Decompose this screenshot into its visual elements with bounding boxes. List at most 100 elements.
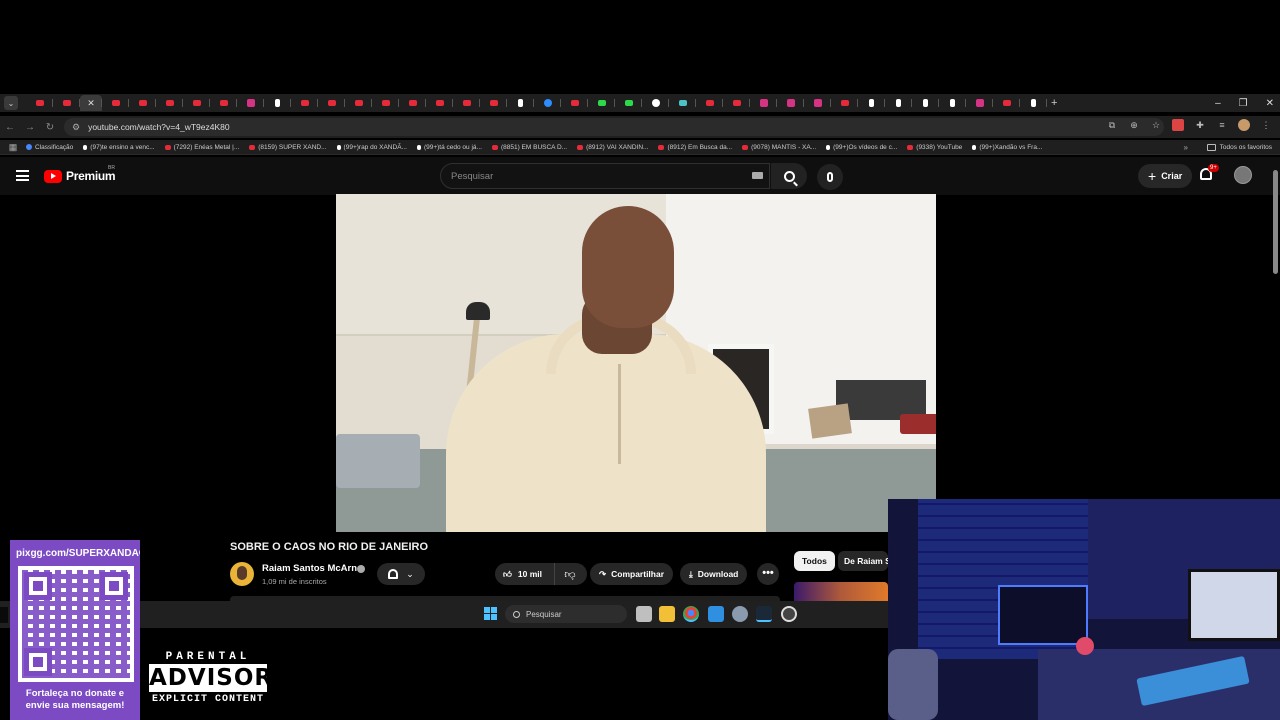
active-browser-tab[interactable]: ✕ <box>80 95 102 111</box>
chrome-icon[interactable] <box>683 606 699 622</box>
chip-from-channel[interactable]: De Raiam S <box>838 551 888 571</box>
bookmark-star-icon[interactable]: ☆ <box>1150 119 1162 131</box>
channel-avatar[interactable] <box>230 562 254 586</box>
like-button[interactable]: 👍︎ 10 mil <box>495 563 555 585</box>
browser-tab[interactable] <box>183 95 210 111</box>
browser-tab[interactable] <box>831 95 858 111</box>
youtube-premium-logo[interactable]: Premium BR <box>44 165 116 183</box>
new-tab-button[interactable]: + <box>1051 97 1057 109</box>
tab-search-button[interactable]: ⌄ <box>4 96 18 110</box>
browser-tab[interactable] <box>291 95 318 111</box>
install-app-icon[interactable]: ⧉ <box>1106 119 1118 131</box>
search-input[interactable] <box>440 163 770 189</box>
taskbar-search[interactable]: Pesquisar <box>505 605 627 623</box>
all-bookmarks-folder[interactable]: Todos os favoritos <box>1206 143 1272 151</box>
browser-tab[interactable] <box>372 95 399 111</box>
close-tab-icon[interactable]: ✕ <box>87 98 95 109</box>
browser-tab[interactable] <box>642 95 669 111</box>
browser-tab[interactable] <box>129 95 156 111</box>
browser-tab[interactable] <box>534 95 561 111</box>
bookmark-item[interactable]: Classificação <box>26 144 73 151</box>
browser-tab[interactable] <box>399 95 426 111</box>
channel-name[interactable]: Raiam Santos McArn <box>262 563 357 574</box>
bookmark-item[interactable]: (9078) MANTIS - XA... <box>742 144 816 151</box>
file-explorer-icon[interactable] <box>659 606 675 622</box>
notifications-button[interactable]: 9+ <box>1200 164 1219 180</box>
extension-icon[interactable] <box>1172 119 1184 131</box>
browser-tab[interactable] <box>345 95 372 111</box>
bookmark-item[interactable]: (99+)rap do XANDÃ... <box>336 144 407 151</box>
subscribed-button[interactable]: ⌄ <box>377 563 425 585</box>
browser-tab[interactable] <box>561 95 588 111</box>
url-text[interactable]: youtube.com/watch?v=4_wT9ez4K80 <box>88 122 230 132</box>
browser-tab[interactable] <box>912 95 939 111</box>
menu-kebab-icon[interactable]: ⋮ <box>1260 119 1272 131</box>
browser-tab[interactable] <box>507 95 534 111</box>
extensions-puzzle-icon[interactable]: ✚ <box>1194 119 1206 131</box>
bookmark-item[interactable]: (97)te ensino a venc... <box>83 144 155 151</box>
bookmark-item[interactable]: (8159) SUPER XAND... <box>249 144 327 151</box>
browser-tab[interactable] <box>156 95 183 111</box>
browser-tab[interactable] <box>53 95 80 111</box>
browser-tab[interactable] <box>966 95 993 111</box>
bookmark-item[interactable]: (8912) Em Busca da... <box>658 144 732 151</box>
browser-tab[interactable] <box>804 95 831 111</box>
minimize-button[interactable]: – <box>1215 98 1221 109</box>
browser-tab[interactable] <box>696 95 723 111</box>
bookmark-item[interactable]: (7292) Enéas Metal |... <box>164 144 239 151</box>
bookmark-item[interactable]: (9338) YouTube <box>907 144 962 151</box>
browser-tab[interactable] <box>993 95 1020 111</box>
steam-icon[interactable] <box>756 606 772 622</box>
browser-tab[interactable] <box>750 95 777 111</box>
browser-tab[interactable] <box>318 95 345 111</box>
browser-tab[interactable] <box>858 95 885 111</box>
browser-tab[interactable] <box>1020 95 1047 111</box>
share-button[interactable]: ↷ Compartilhar <box>590 563 674 585</box>
browser-tab[interactable] <box>669 95 696 111</box>
browser-tab[interactable] <box>237 95 264 111</box>
browser-tab[interactable] <box>723 95 750 111</box>
back-icon[interactable]: ← <box>0 122 20 133</box>
keyboard-icon[interactable] <box>752 172 763 179</box>
bookmark-item[interactable]: (8912) VAI XANDIN... <box>577 144 648 151</box>
browser-tab[interactable] <box>480 95 507 111</box>
bookmark-item[interactable]: (99+)tá cedo ou já... <box>416 144 482 151</box>
close-window-button[interactable]: ✕ <box>1266 98 1274 109</box>
page-scrollbar[interactable] <box>1273 170 1278 274</box>
browser-tab[interactable] <box>939 95 966 111</box>
forward-icon[interactable]: → <box>20 122 40 133</box>
more-actions-button[interactable]: ••• <box>757 563 779 585</box>
recommended-thumbnail[interactable] <box>794 582 888 602</box>
browser-tab[interactable] <box>102 95 129 111</box>
dislike-button[interactable]: 👎︎ <box>555 568 585 581</box>
guide-menu-icon[interactable] <box>16 170 29 181</box>
account-avatar[interactable] <box>1234 166 1252 184</box>
browser-tab[interactable] <box>210 95 237 111</box>
task-view-icon[interactable] <box>636 606 652 622</box>
maximize-button[interactable]: ❐ <box>1239 98 1248 109</box>
voice-search-button[interactable] <box>817 164 843 190</box>
bookmark-item[interactable]: (8851) EM BUSCA D... <box>491 144 567 151</box>
bookmark-item[interactable]: (99+)Xandão vs Fra... <box>972 144 1042 151</box>
bookmarks-overflow-button[interactable]: » <box>1184 143 1188 152</box>
settings-gear-icon[interactable] <box>732 606 748 622</box>
video-player[interactable] <box>336 194 936 532</box>
browser-tab[interactable] <box>615 95 642 111</box>
omnibox[interactable]: ⚙ youtube.com/watch?v=4_wT9ez4K80 <box>64 118 1164 136</box>
zoom-icon[interactable]: ⊕ <box>1128 119 1140 131</box>
browser-tab[interactable] <box>426 95 453 111</box>
browser-tab[interactable] <box>885 95 912 111</box>
create-button[interactable]: + Criar <box>1138 164 1193 188</box>
download-button[interactable]: ⤓ Download <box>680 563 748 585</box>
browser-tab[interactable] <box>453 95 480 111</box>
profile-avatar[interactable] <box>1238 119 1250 131</box>
browser-tab[interactable] <box>264 95 291 111</box>
vscode-icon[interactable] <box>708 606 724 622</box>
browser-tab[interactable] <box>588 95 615 111</box>
chip-all[interactable]: Todos <box>794 551 835 571</box>
site-info-icon[interactable]: ⚙ <box>72 122 80 133</box>
browser-tab[interactable] <box>26 95 53 111</box>
reload-icon[interactable]: ↻ <box>40 122 60 133</box>
sidebar-icon[interactable]: ≡ <box>1216 119 1228 131</box>
windows-start-icon[interactable] <box>484 607 497 620</box>
